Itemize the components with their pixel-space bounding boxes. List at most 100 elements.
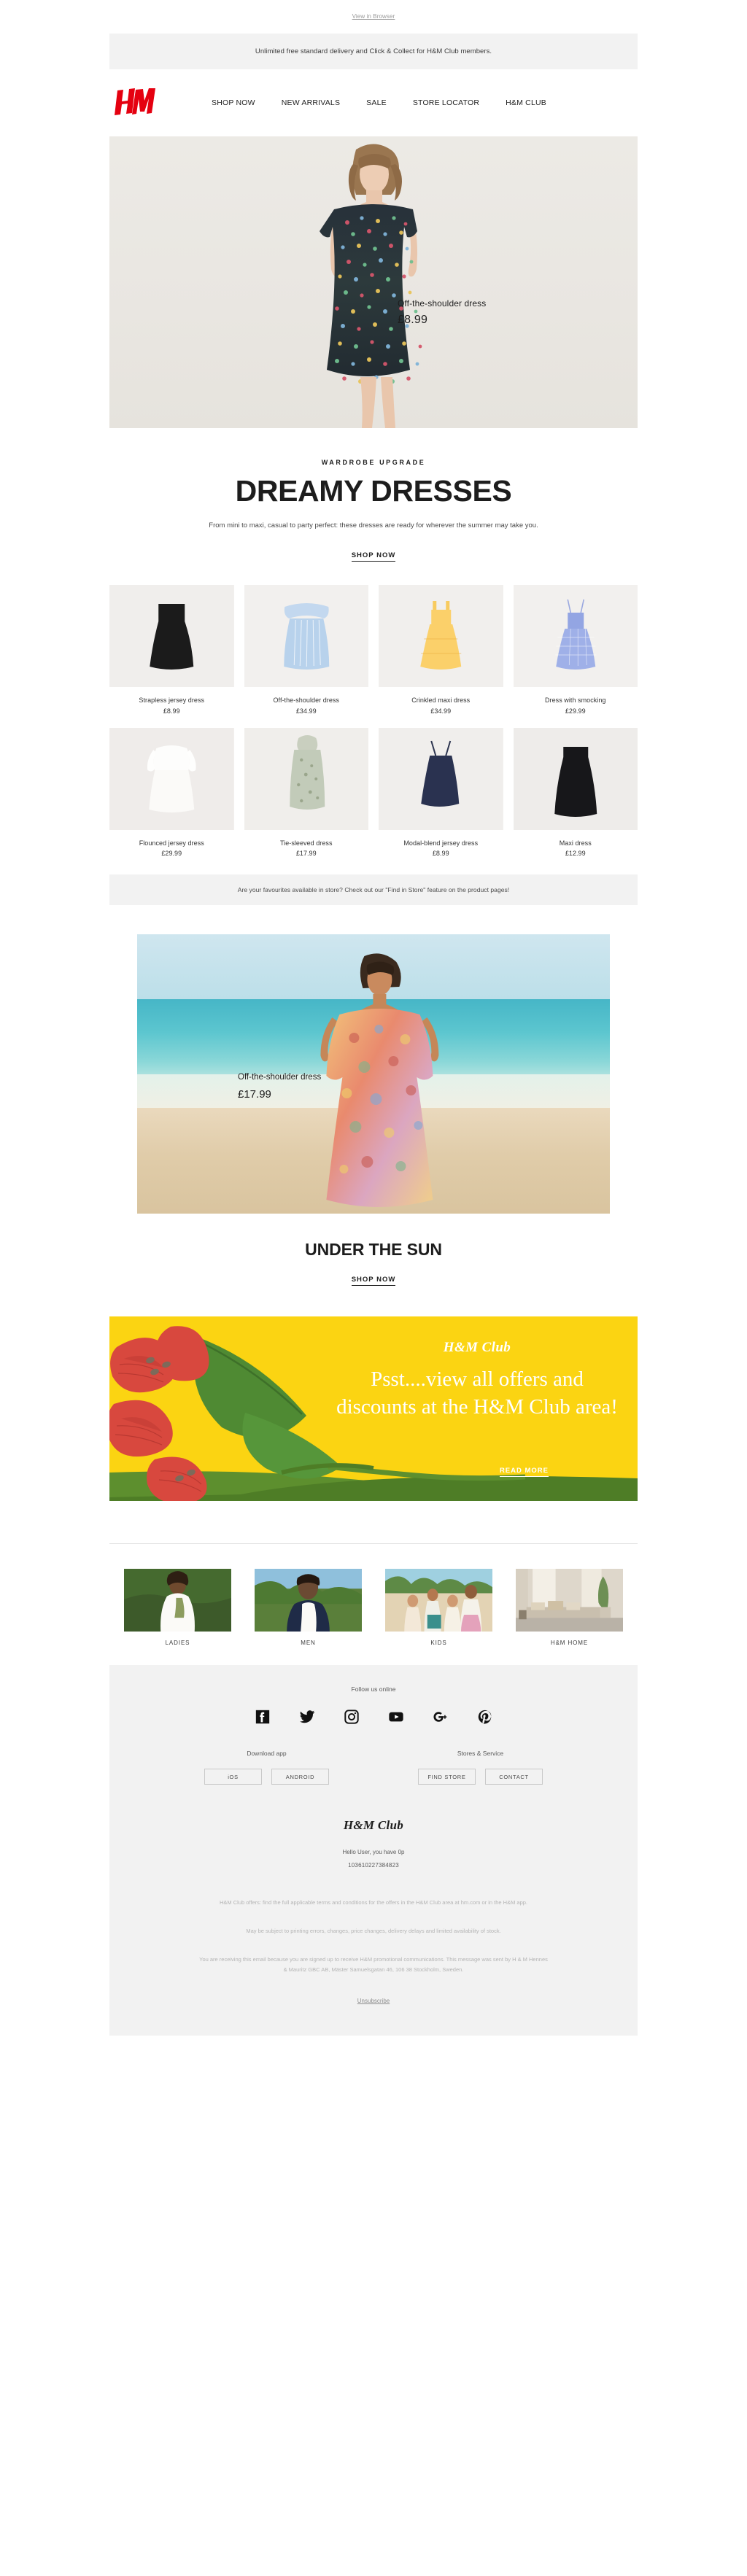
instagram-icon — [344, 1710, 359, 1725]
footer: Follow us online Download app iOS ANDROI… — [109, 1665, 638, 2036]
nav-link-shop-now[interactable]: SHOP NOW — [212, 98, 255, 107]
nav-links: SHOP NOW NEW ARRIVALS SALE STORE LOCATOR… — [204, 98, 638, 107]
section-divider — [109, 1543, 638, 1545]
android-button[interactable]: ANDROID — [271, 1769, 329, 1785]
view-in-browser-link[interactable]: View in Browser — [352, 13, 395, 20]
product-name: Flounced jersey dress — [139, 839, 204, 847]
product-grid: Strapless jersey dress £8.99 Off-the-sho… — [109, 584, 638, 865]
under-the-sun-shop-now-button[interactable]: SHOP NOW — [351, 1276, 396, 1287]
product-meta: Off-the-shoulder dress £34.99 — [244, 687, 369, 722]
find-store-button[interactable]: FIND STORE — [418, 1769, 476, 1785]
product-image — [379, 727, 503, 830]
hero-model-image — [320, 144, 422, 428]
product-card[interactable]: Dress with smocking £29.99 — [513, 584, 638, 722]
nav-link-store-locator[interactable]: STORE LOCATOR — [413, 98, 479, 107]
product-meta: Crinkled maxi dress £34.99 — [379, 687, 503, 722]
navigation-bar: SHOP NOW NEW ARRIVALS SALE STORE LOCATOR… — [109, 69, 638, 136]
googleplus-icon — [433, 1712, 446, 1723]
follow-us-label: Follow us online — [351, 1685, 396, 1694]
club-banner-headline: Psst....view all offers and discounts at… — [336, 1367, 618, 1419]
product-name: Crinkled maxi dress — [411, 696, 471, 704]
product-card[interactable]: Off-the-shoulder dress £34.99 — [244, 584, 369, 722]
crinkled-maxi-dress-image — [379, 584, 503, 687]
hm-home-category-image — [516, 1569, 623, 1632]
ladies-category-image — [124, 1569, 231, 1632]
twitter-icon — [299, 1710, 314, 1723]
legal-text-sender: You are receiving this email because you… — [199, 1955, 548, 1974]
pinterest-link[interactable] — [477, 1709, 493, 1725]
product-card[interactable]: Crinkled maxi dress £34.99 — [379, 584, 503, 722]
headline-shop-now-button[interactable]: SHOP NOW — [351, 551, 396, 562]
category-label: KIDS — [430, 1640, 447, 1647]
club-footer: H&M Club Hello User, you have 0p 1036102… — [109, 1818, 638, 1869]
nav-link-hm-club[interactable]: H&M CLUB — [506, 98, 546, 107]
nav-link-new-arrivals[interactable]: NEW ARRIVALS — [282, 98, 340, 107]
divider-wrap — [0, 1501, 747, 1545]
unsubscribe-link[interactable]: Unsubscribe — [357, 1998, 390, 2004]
category-image — [385, 1569, 492, 1632]
product-meta: Strapless jersey dress £8.99 — [109, 687, 234, 722]
product-name: Modal-blend jersey dress — [403, 839, 479, 847]
contact-button[interactable]: CONTACT — [485, 1769, 543, 1785]
product-name: Maxi dress — [559, 839, 592, 847]
tie-sleeved-dress-image — [244, 727, 368, 830]
product-price: £34.99 — [430, 707, 452, 715]
club-read-more-button[interactable]: READ MORE — [499, 1467, 549, 1478]
category-label: LADIES — [165, 1640, 190, 1647]
maxi-dress-image — [513, 727, 638, 830]
category-tile-ladies[interactable]: LADIES — [124, 1569, 231, 1646]
category-tile-men[interactable]: MEN — [255, 1569, 362, 1646]
product-meta: Flounced jersey dress £29.99 — [109, 830, 234, 865]
headline-eyebrow: WARDROBE UPGRADE — [321, 459, 426, 466]
headline-title: DREAMY DRESSES — [235, 474, 512, 508]
beach-hero-product-price: £17.99 — [238, 1088, 271, 1101]
product-image — [109, 727, 234, 830]
hm-club-logo: H&M Club — [443, 1340, 511, 1356]
view-in-browser-bar: View in Browser — [0, 0, 747, 29]
product-price: £29.99 — [161, 850, 182, 858]
product-image — [513, 584, 638, 687]
category-image — [255, 1569, 362, 1632]
product-card[interactable]: Tie-sleeved dress £17.99 — [244, 727, 368, 865]
product-price: £29.99 — [565, 707, 586, 715]
hm-logo-icon — [115, 88, 155, 115]
hm-logo[interactable] — [109, 88, 204, 117]
product-image — [244, 727, 368, 830]
product-card[interactable]: Flounced jersey dress £29.99 — [109, 727, 234, 865]
googleplus-link[interactable] — [433, 1709, 449, 1725]
product-name: Tie-sleeved dress — [279, 839, 333, 847]
off-the-shoulder-dress-image — [244, 584, 368, 687]
category-tile-hm-home[interactable]: H&M HOME — [516, 1569, 623, 1646]
youtube-icon — [388, 1712, 403, 1722]
product-price: £34.99 — [295, 707, 317, 715]
twitter-link[interactable] — [299, 1709, 315, 1725]
beach-hero-banner[interactable]: Off-the-shoulder dress £17.99 — [137, 934, 610, 1214]
product-card[interactable]: Strapless jersey dress £8.99 — [109, 584, 234, 722]
product-card[interactable]: Modal-blend jersey dress £8.99 — [379, 727, 503, 865]
hm-club-footer-logo: H&M Club — [343, 1818, 404, 1833]
product-card[interactable]: Maxi dress £12.99 — [513, 727, 638, 865]
product-meta: Maxi dress £12.99 — [514, 830, 638, 865]
ios-button[interactable]: iOS — [204, 1769, 262, 1785]
men-category-image — [255, 1569, 362, 1632]
email-page: View in Browser Unlimited free standard … — [0, 0, 747, 2036]
product-name: Dress with smocking — [545, 696, 606, 704]
category-image — [516, 1569, 623, 1632]
nav-link-sale[interactable]: SALE — [366, 98, 387, 107]
modal-blend-jersey-dress-image — [379, 727, 503, 830]
product-meta: Modal-blend jersey dress £8.99 — [379, 830, 503, 865]
footer-columns: Download app iOS ANDROID Stores & Servic… — [109, 1750, 638, 1785]
strapless-jersey-dress-image — [109, 584, 234, 687]
hm-club-banner[interactable]: H&M Club Psst....view all offers and dis… — [109, 1316, 638, 1502]
hero-caption: Off-the-shoulder dress £8.99 — [398, 298, 486, 327]
youtube-link[interactable] — [388, 1709, 404, 1725]
instagram-link[interactable] — [344, 1709, 360, 1725]
facebook-link[interactable] — [255, 1709, 271, 1725]
category-tile-kids[interactable]: KIDS — [385, 1569, 492, 1646]
club-member-id: 103610227384823 — [348, 1862, 399, 1869]
club-banner-copy: H&M Club Psst....view all offers and dis… — [328, 1340, 638, 1420]
hero-banner[interactable]: Off-the-shoulder dress £8.99 — [109, 136, 638, 428]
product-name: Off-the-shoulder dress — [273, 696, 339, 704]
legal-text-club-offers: H&M Club offers: find the full applicabl… — [219, 1899, 527, 1906]
category-tiles: LADIES MEN KIDS H&M HOME — [124, 1569, 623, 1646]
